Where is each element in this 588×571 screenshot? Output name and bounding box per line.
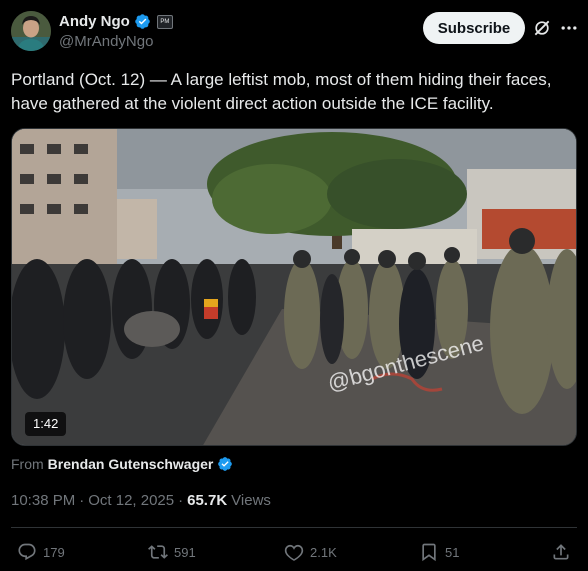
author-handle[interactable]: @MrAndyNgo [59,33,153,50]
meta-separator: · [79,492,85,509]
source-attribution: From Brendan Gutenschwager [11,456,233,472]
tweet-header: Andy Ngo PM @MrAndyNgo Subscribe [11,11,577,53]
reply-button[interactable]: 179 [17,538,65,566]
bookmark-icon [422,543,436,562]
source-label: From [11,456,44,472]
verified-badge-icon [135,14,150,29]
reply-icon [18,543,36,561]
video-thumbnail: @bgonthescene [12,129,576,445]
subscribe-button[interactable]: Subscribe [423,12,525,44]
tweet-date[interactable]: Oct 12, 2025 [88,492,174,509]
tweet-meta: 10:38 PM · Oct 12, 2025 · 65.7K Views [11,492,271,509]
repost-button[interactable]: 591 [148,538,196,566]
tweet-text: Portland (Oct. 12) — A large leftist mob… [11,70,552,113]
action-bar: 179 591 2.1K 51 [11,538,577,566]
tweet-time[interactable]: 10:38 PM [11,492,75,509]
views-label: Views [231,492,271,509]
repost-count: 591 [174,544,196,560]
source-name[interactable]: Brendan Gutenschwager [48,456,214,472]
reply-count: 179 [43,544,65,560]
source-verified-badge-icon [218,457,233,471]
grok-icon[interactable] [532,18,552,38]
divider [11,527,577,528]
heart-icon [284,544,304,561]
like-button[interactable]: 2.1K [284,538,337,566]
bookmark-count: 51 [445,544,460,560]
like-count: 2.1K [310,544,337,560]
video-player[interactable]: @bgonthescene [11,128,577,446]
repost-icon [148,545,168,559]
author-name-row: Andy Ngo PM [59,13,173,30]
author-avatar[interactable] [11,11,51,51]
bookmark-button[interactable]: 51 [419,538,459,566]
share-icon [553,544,569,560]
affiliate-badge[interactable]: PM [156,14,173,29]
meta-separator: · [178,492,184,509]
video-duration: 1:42 [25,412,67,436]
more-options-icon[interactable] [559,18,579,38]
share-button[interactable] [551,538,571,566]
author-name[interactable]: Andy Ngo [59,13,130,30]
views-count: 65.7K [187,492,228,509]
